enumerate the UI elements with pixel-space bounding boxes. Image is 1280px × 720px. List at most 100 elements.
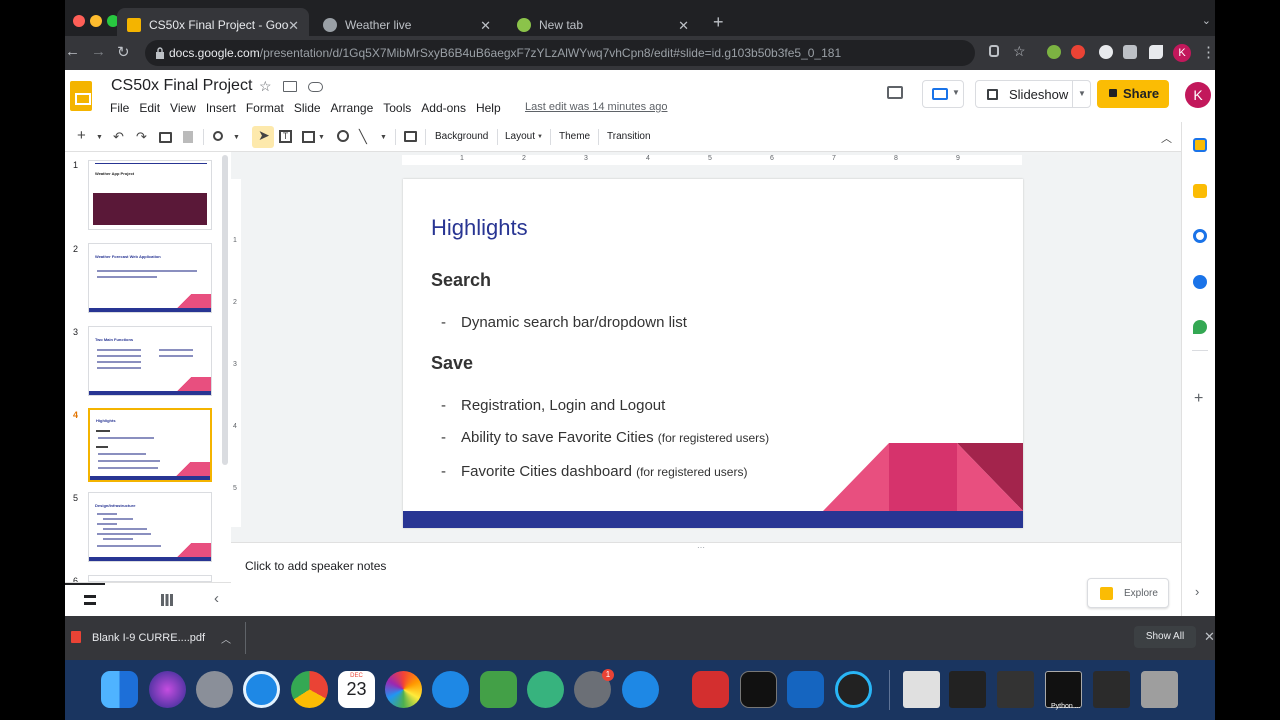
menu-insert[interactable]: Insert [206,101,236,115]
menu-tools[interactable]: Tools [383,101,411,115]
add-comment-icon[interactable] [404,131,417,142]
slide-thumbnail-3[interactable]: Two Main Functions [88,326,212,396]
star-icon[interactable]: ☆ [259,78,272,95]
menu-addons[interactable]: Add-ons [421,101,466,115]
trash-icon[interactable] [1141,671,1178,708]
presentation-title[interactable]: CS50x Final Project [111,77,252,95]
close-tab-icon[interactable]: ✕ [480,18,491,34]
finder-icon[interactable] [101,671,138,708]
launchpad-icon[interactable] [196,671,233,708]
comment-history-icon[interactable] [887,86,903,99]
filmstrip-scrollbar[interactable] [222,155,228,465]
filmstrip-view-icon[interactable] [84,595,96,605]
chevron-down-icon[interactable]: ▼ [537,134,543,140]
bullet-item[interactable]: - Dynamic search bar/dropdown list [441,314,687,331]
slide-title[interactable]: Highlights [431,215,528,241]
explore-button[interactable]: Explore [1087,578,1169,608]
chevron-up-icon[interactable]: ︿ [221,631,231,646]
current-slide[interactable]: Highlights Search - Dynamic search bar/dr… [403,179,1023,528]
menu-help[interactable]: Help [476,101,501,115]
close-tab-icon[interactable]: ✕ [678,18,689,34]
slides-logo-icon[interactable] [70,81,92,111]
select-cursor-icon[interactable]: ➤ [258,127,270,144]
calendar-icon[interactable]: DEC 23 [338,671,375,708]
chevron-down-icon[interactable]: ▼ [380,134,387,141]
window-thumbnail[interactable] [997,671,1034,708]
slide-thumbnail-6[interactable] [88,575,212,582]
omnibox[interactable]: docs.google.com/presentation/d/1Gq5X7Mib… [145,40,975,66]
menu-slide[interactable]: Slide [294,101,321,115]
back-arrow-icon[interactable]: ← [65,43,80,60]
show-all-button[interactable]: Show All [1134,626,1196,648]
menu-format[interactable]: Format [246,101,284,115]
layout-button[interactable]: Layout [505,131,535,142]
zoom-icon[interactable] [213,131,223,141]
chevron-down-icon[interactable]: ▼ [96,134,103,141]
share-button[interactable]: Share [1097,80,1169,108]
messages-icon[interactable] [432,671,469,708]
slide-thumbnail-2[interactable]: Weather Forecast Web Application [88,243,212,313]
close-tab-icon[interactable]: ✕ [288,18,299,34]
menu-file[interactable]: File [110,101,129,115]
move-folder-icon[interactable] [283,81,297,92]
maps-icon[interactable] [1193,320,1207,334]
notes-resize-handle[interactable]: ⋯ [697,543,705,552]
slideshow-button[interactable]: Slideshow ▼ [975,80,1091,108]
puzzle-icon[interactable] [1149,45,1163,59]
tasks-icon[interactable] [1193,229,1207,243]
keep-icon[interactable] [1193,184,1207,198]
section-heading-save[interactable]: Save [431,353,473,374]
chrome-icon[interactable] [291,671,328,708]
redo-icon[interactable]: ↷ [136,129,147,145]
extension-icon[interactable] [1047,45,1061,59]
chevron-down-icon[interactable]: ▼ [318,134,325,141]
slide-thumbnail-4[interactable]: Highlights [88,408,212,482]
forward-arrow-icon[interactable]: → [91,43,106,60]
window-thumbnail[interactable] [1093,671,1130,708]
siri-icon[interactable] [149,671,186,708]
extension-icon[interactable] [1071,45,1085,59]
photos-icon[interactable] [385,671,422,708]
last-edit-link[interactable]: Last edit was 14 minutes ago [525,101,667,113]
atom-icon[interactable] [527,671,564,708]
theme-button[interactable]: Theme [559,131,590,142]
quicktime-icon[interactable] [835,671,872,708]
bullet-item[interactable]: - Favorite Cities dashboard (for register… [441,463,747,480]
print-icon[interactable] [159,132,172,143]
window-thumbnail[interactable] [903,671,940,708]
acrobat-icon[interactable] [692,671,729,708]
download-filename[interactable]: Blank I-9 CURRE....pdf [92,632,205,644]
facetime-icon[interactable] [480,671,517,708]
new-slide-icon[interactable]: + [77,127,86,144]
paint-format-icon[interactable] [183,131,193,143]
bullet-item[interactable]: - Registration, Login and Logout [441,397,665,414]
extension-icon[interactable] [1099,45,1113,59]
transition-button[interactable]: Transition [607,131,651,142]
tab-search-chevron-icon[interactable]: ⌄ [1202,14,1211,27]
reload-icon[interactable]: ↻ [117,43,130,61]
present-to-meeting-button[interactable]: ▼ [922,80,964,108]
grid-view-icon[interactable] [161,594,173,606]
collapse-filmstrip-chevron-icon[interactable]: ‹ [214,590,219,607]
new-tab-button[interactable]: + [713,12,724,33]
cloud-status-icon[interactable] [308,82,323,92]
bullet-item[interactable]: - Ability to save Favorite Cities (for re… [441,429,769,446]
profile-avatar[interactable]: K [1173,44,1191,62]
get-addons-plus-icon[interactable]: + [1194,390,1208,407]
slide-thumbnail-5[interactable]: Design/Infrastructure [88,492,212,562]
insert-image-icon[interactable] [302,131,315,143]
speaker-notes-input[interactable]: Click to add speaker notes [245,559,386,573]
text-box-icon[interactable]: T [279,130,292,143]
minimize-window-button[interactable] [90,15,102,27]
shape-icon[interactable] [337,130,349,142]
menu-arrange[interactable]: Arrange [331,101,374,115]
background-button[interactable]: Background [435,131,488,142]
collapse-toolbar-chevron-icon[interactable]: ︿ [1161,130,1172,146]
bookmark-star-icon[interactable]: ☆ [1013,43,1026,60]
calendar-icon[interactable] [1193,138,1207,152]
menu-view[interactable]: View [170,101,196,115]
word-icon[interactable] [787,671,824,708]
extension-icon[interactable] [1123,45,1137,59]
safari-icon[interactable] [243,671,280,708]
account-avatar[interactable]: K [1185,82,1211,108]
